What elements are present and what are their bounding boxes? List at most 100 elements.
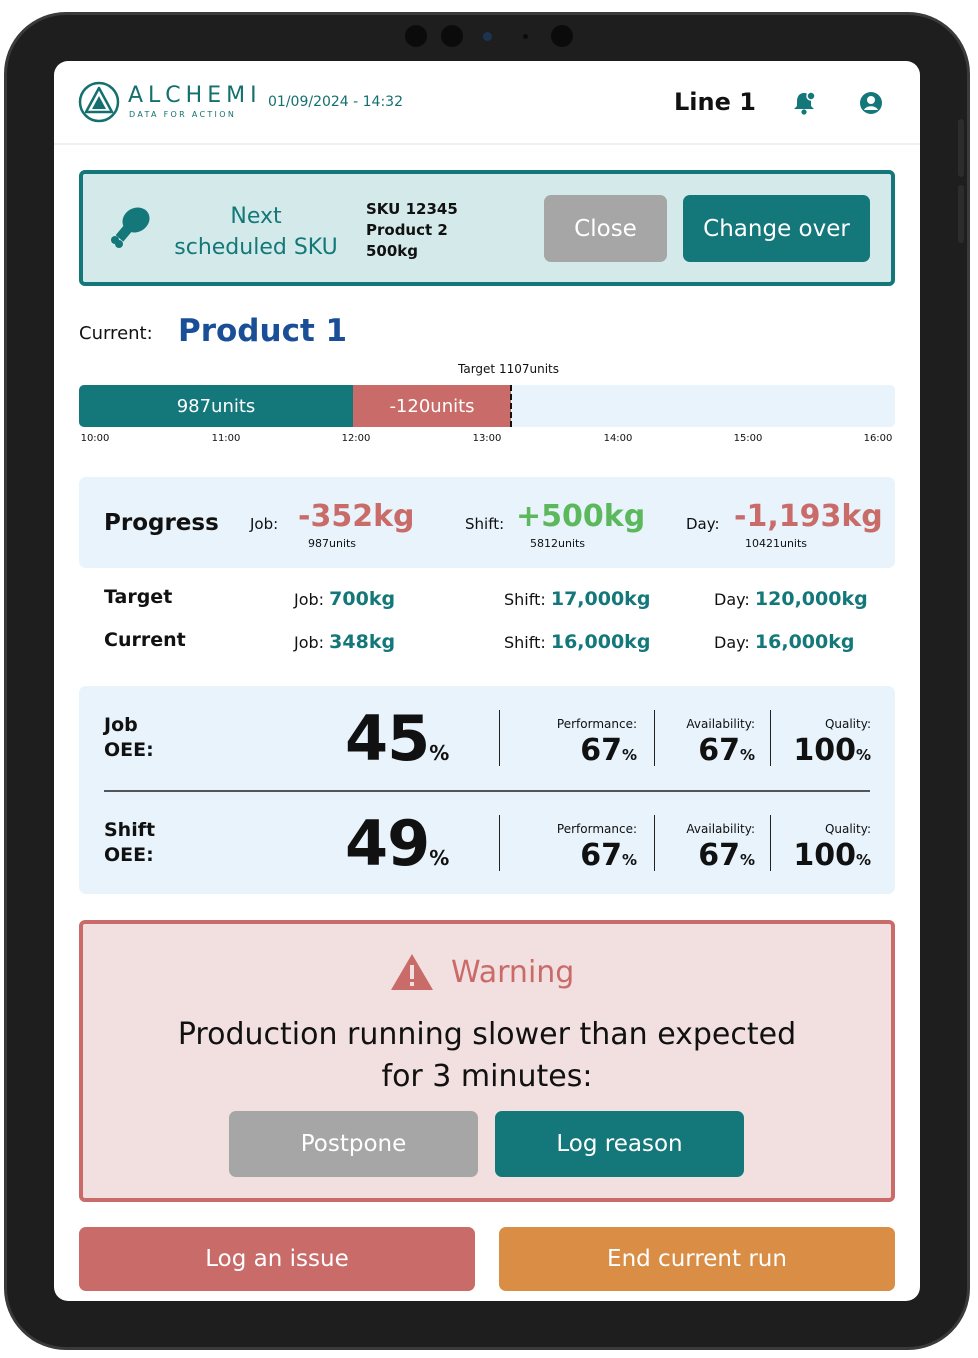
warning-message: Production running slower than expected … <box>83 1014 891 1098</box>
job-performance-value: 67% <box>527 733 637 768</box>
end-run-button[interactable]: End current run <box>499 1227 895 1291</box>
app-header: ALCHEMI DATA FOR ACTION 01/09/2024 - 14:… <box>54 61 920 145</box>
shift-oee-unit: % <box>429 846 450 870</box>
warning-panel: Warning Production running slower than e… <box>79 920 895 1202</box>
job-oee-title-line: OEE: <box>104 739 154 761</box>
target-marker-line <box>510 385 512 427</box>
job-quality-number: 100 <box>793 733 856 768</box>
timeline-tick: 15:00 <box>733 433 763 444</box>
progress-shift-units: 5812units <box>530 537 586 550</box>
progress-day-units: 10421units <box>745 537 808 550</box>
log-reason-button[interactable]: Log reason <box>495 1111 744 1177</box>
warning-title: Warning <box>451 955 575 990</box>
current-job: Job: 348kg <box>294 631 395 653</box>
camera-sensor <box>441 25 463 47</box>
progress-day-value: -1,193kg <box>734 499 883 534</box>
target-day: Day: 120,000kg <box>714 588 868 610</box>
shift-oee-title: Shift OEE: <box>104 818 155 868</box>
shift-performance-unit: % <box>621 851 637 869</box>
next-sku-details: SKU 12345 Product 2 500kg <box>366 199 458 262</box>
close-button[interactable]: Close <box>544 195 667 262</box>
shift-performance-label: Performance: <box>556 822 637 836</box>
shift-oee-title-line: Shift <box>104 819 156 841</box>
oee-panel: Job OEE: 45% Performance: 67% Availabili… <box>79 686 895 894</box>
sku-weight: 500kg <box>366 242 419 260</box>
warning-message-line: Production running slower than expected <box>177 1017 797 1052</box>
shift-performance-value: 67% <box>527 838 637 873</box>
shift-oee-value: 49% <box>345 807 449 880</box>
job-performance-number: 67 <box>580 733 622 768</box>
shift-availability-label: Availability: <box>686 822 755 836</box>
produced-units-bar: 987units <box>79 385 353 427</box>
next-sku-heading-line: scheduled SKU <box>174 235 338 260</box>
progress-job-units: 987units <box>308 537 357 550</box>
current-job-value: 348kg <box>329 631 396 653</box>
postpone-button[interactable]: Postpone <box>229 1111 478 1177</box>
camera-sensor <box>551 25 573 47</box>
logo-wordmark: ALCHEMI <box>128 83 262 108</box>
job-oee-title-line: Job <box>104 714 138 736</box>
camera-lens <box>483 32 492 41</box>
job-oee-value: 45% <box>345 702 449 775</box>
bell-icon[interactable] <box>790 89 818 117</box>
drumstick-icon <box>111 207 150 248</box>
shift-quality-unit: % <box>855 851 871 869</box>
oee-row-separator <box>104 790 870 792</box>
job-performance-label: Performance: <box>556 717 637 731</box>
shift-oee-title-line: OEE: <box>104 844 154 866</box>
current-heading: Current <box>104 629 186 651</box>
job-oee-number: 45 <box>345 702 430 775</box>
timeline-tick: 13:00 <box>472 433 502 444</box>
target-shift-label: Shift: <box>504 590 546 609</box>
timeline-tick: 14:00 <box>603 433 633 444</box>
job-availability-value: 67% <box>655 733 755 768</box>
shift-quality-value: 100% <box>771 838 871 873</box>
current-job-label: Job: <box>294 633 325 652</box>
target-day-value: 120,000kg <box>754 588 868 610</box>
user-account-icon[interactable] <box>857 89 885 117</box>
warning-message-line: for 3 minutes: <box>381 1059 593 1094</box>
current-shift-value: 16,000kg <box>550 631 651 653</box>
units-behind-bar: -120units <box>353 385 511 427</box>
job-performance-unit: % <box>621 746 637 764</box>
current-shift: Shift: 16,000kg <box>504 631 650 653</box>
next-sku-heading-line: Next <box>230 204 282 229</box>
job-oee-title: Job OEE: <box>104 713 154 763</box>
next-sku-panel: Next scheduled SKU SKU 12345 Product 2 5… <box>79 170 895 286</box>
target-heading: Target <box>104 586 173 608</box>
front-camera <box>405 25 427 47</box>
target-shift: Shift: 17,000kg <box>504 588 650 610</box>
app-screen: ALCHEMI DATA FOR ACTION 01/09/2024 - 14:… <box>54 61 920 1301</box>
progress-job-label: Job: <box>250 515 279 533</box>
line-title: Line 1 <box>674 88 756 116</box>
job-availability-label: Availability: <box>686 717 755 731</box>
timeline-tick: 10:00 <box>80 433 110 444</box>
sku-product: Product 2 <box>366 221 448 239</box>
shift-availability-value: 67% <box>655 838 755 873</box>
current-day-label: Day: <box>714 633 750 652</box>
shift-oee-number: 49 <box>345 807 430 880</box>
timeline-tick: 11:00 <box>211 433 241 444</box>
job-oee-unit: % <box>429 741 450 765</box>
log-issue-button[interactable]: Log an issue <box>79 1227 475 1291</box>
progress-day-label: Day: <box>686 515 720 533</box>
current-day-value: 16,000kg <box>754 631 855 653</box>
next-sku-heading: Next scheduled SKU <box>161 201 351 263</box>
current-day: Day: 16,000kg <box>714 631 854 653</box>
side-button <box>958 185 964 243</box>
oee-divider <box>499 815 500 871</box>
progress-panel: Progress Job: -352kg 987units Shift: +50… <box>79 477 895 568</box>
shift-quality-number: 100 <box>793 838 856 873</box>
target-job-value: 700kg <box>329 588 396 610</box>
change-over-button[interactable]: Change over <box>683 195 870 262</box>
oee-divider <box>499 710 500 766</box>
timeline-tick: 16:00 <box>863 433 893 444</box>
camera-dot <box>523 34 528 39</box>
target-job: Job: 700kg <box>294 588 395 610</box>
job-quality-unit: % <box>855 746 871 764</box>
shift-quality-label: Quality: <box>824 822 871 836</box>
target-marker-label: Target 1107units <box>458 362 559 376</box>
progress-title: Progress <box>104 510 219 536</box>
alchemi-logo-icon <box>78 81 120 123</box>
shift-availability-unit: % <box>739 851 755 869</box>
